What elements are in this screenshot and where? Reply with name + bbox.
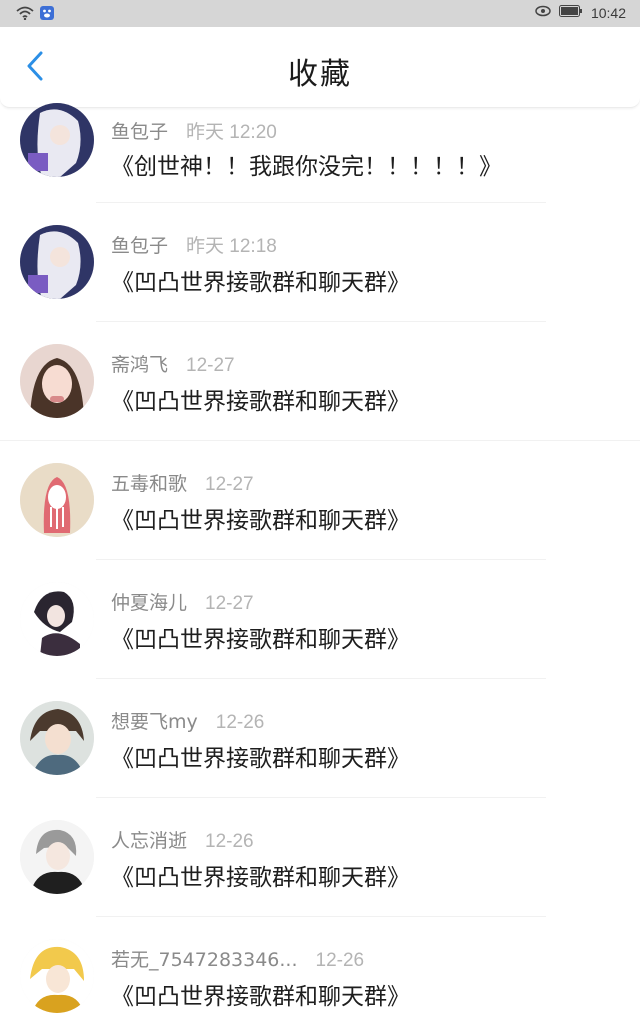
item-message: 《凹凸世界接歌群和聊天群》 [111, 627, 410, 653]
item-date: 昨天 12:18 [186, 236, 277, 257]
eye-icon [535, 5, 551, 21]
item-header: 斋鸿飞 12-27 [111, 350, 235, 377]
avatar [20, 225, 94, 299]
list-item[interactable]: 想要飞my 12-26 《凹凸世界接歌群和聊天群》 [0, 679, 640, 798]
sender-name: 斋鸿飞 [111, 354, 169, 376]
sender-name: 想要飞my [111, 711, 198, 733]
item-date: 12-26 [205, 831, 254, 852]
item-message: 《凹凸世界接歌群和聊天群》 [111, 270, 410, 296]
list-item[interactable]: 鱼包子 昨天 12:20 《创世神！！我跟你没完！！！！！》 [0, 103, 640, 203]
wifi-icon [16, 6, 34, 24]
item-message: 《凹凸世界接歌群和聊天群》 [111, 746, 410, 772]
item-message: 《凹凸世界接歌群和聊天群》 [111, 984, 410, 1010]
avatar [20, 820, 94, 894]
item-date: 12-27 [205, 593, 254, 614]
avatar [20, 103, 94, 177]
status-time: 10:42 [590, 5, 626, 21]
sender-name: 五毒和歌 [111, 473, 188, 495]
item-header: 仲夏海儿 12-27 [111, 588, 254, 615]
avatar [20, 344, 94, 418]
sender-name: 鱼包子 [111, 121, 169, 143]
list-item[interactable]: 斋鸿飞 12-27 《凹凸世界接歌群和聊天群》 [0, 322, 640, 441]
avatar [20, 701, 94, 775]
app-bar: 收藏 [0, 27, 640, 108]
battery-icon [558, 5, 583, 21]
avatar [20, 582, 94, 656]
status-bar: 10:42 [0, 0, 640, 27]
item-date: 昨天 12:20 [186, 122, 277, 143]
sender-name: 若无_7547283346... [111, 949, 298, 971]
item-message: 《创世神！！我跟你没完！！！！！》 [111, 154, 502, 180]
item-message: 《凹凸世界接歌群和聊天群》 [111, 508, 410, 534]
item-header: 鱼包子 昨天 12:18 [111, 231, 277, 258]
sender-name: 鱼包子 [111, 235, 169, 257]
avatar [20, 463, 94, 537]
item-header: 鱼包子 昨天 12:20 [111, 117, 277, 144]
item-header: 五毒和歌 12-27 [111, 469, 254, 496]
item-date: 12-26 [315, 950, 365, 971]
list-item[interactable]: 若无_7547283346... 12-26 《凹凸世界接歌群和聊天群》 [0, 917, 640, 1036]
item-header: 人忘消逝 12-26 [111, 826, 254, 853]
item-message: 《凹凸世界接歌群和聊天群》 [111, 389, 410, 415]
item-header: 若无_7547283346... 12-26 [111, 945, 364, 972]
page-title: 收藏 [288, 57, 352, 92]
item-date: 12-27 [186, 355, 235, 376]
item-header: 想要飞my 12-26 [111, 707, 264, 734]
list-item[interactable]: 五毒和歌 12-27 《凹凸世界接歌群和聊天群》 [0, 441, 640, 560]
list-item[interactable]: 鱼包子 昨天 12:18 《凹凸世界接歌群和聊天群》 [0, 203, 640, 322]
sender-name: 人忘消逝 [111, 830, 188, 852]
item-date: 12-27 [205, 474, 254, 495]
item-message: 《凹凸世界接歌群和聊天群》 [111, 865, 410, 891]
baidu-icon [40, 6, 54, 24]
avatar [20, 939, 94, 1013]
list-item[interactable]: 人忘消逝 12-26 《凹凸世界接歌群和聊天群》 [0, 798, 640, 917]
item-date: 12-26 [215, 712, 265, 733]
favorites-list: 鱼包子 昨天 12:20 《创世神！！我跟你没完！！！！！》 鱼包子 昨天 12:1… [0, 103, 640, 1036]
list-item[interactable]: 仲夏海儿 12-27 《凹凸世界接歌群和聊天群》 [0, 560, 640, 679]
sender-name: 仲夏海儿 [111, 592, 188, 614]
